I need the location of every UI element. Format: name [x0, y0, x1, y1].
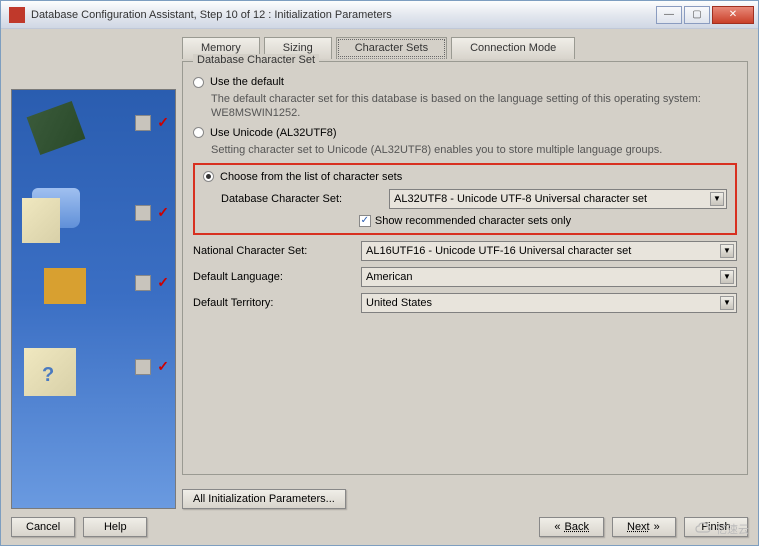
option-unicode: Use Unicode (AL32UTF8) Setting character… [193, 127, 737, 157]
default-language-value: American [366, 271, 412, 283]
next-button[interactable]: Next » [612, 517, 676, 537]
db-charset-dropdown[interactable]: AL32UTF8 - Unicode UTF-8 Universal chara… [389, 189, 727, 209]
default-territory-dropdown[interactable]: United States ▼ [361, 293, 737, 313]
next-arrow-icon: » [654, 521, 660, 533]
all-init-params-button[interactable]: All Initialization Parameters... [182, 489, 346, 509]
chevron-down-icon: ▼ [710, 192, 724, 206]
radio-use-unicode[interactable] [193, 127, 204, 138]
footer-buttons: Cancel Help « Back Next » Finish [11, 509, 748, 537]
radio-use-default-label: Use the default [210, 76, 284, 88]
check-icon: ✓ [157, 204, 169, 221]
option-default: Use the default The default character se… [193, 76, 737, 121]
radio-use-unicode-label: Use Unicode (AL32UTF8) [210, 127, 337, 139]
check-icon: ✓ [157, 358, 169, 375]
back-button[interactable]: « Back [539, 517, 604, 537]
chevron-down-icon: ▼ [720, 244, 734, 258]
window-title: Database Configuration Assistant, Step 1… [31, 9, 656, 21]
radio-choose-list[interactable] [203, 171, 214, 182]
chevron-down-icon: ▼ [720, 270, 734, 284]
default-territory-value: United States [366, 297, 432, 309]
maximize-button[interactable]: ▢ [684, 6, 710, 24]
step-2-check: ✓ [135, 204, 169, 221]
step-3-check: ✓ [135, 274, 169, 291]
radio-use-unicode-desc: Setting character set to Unicode (AL32UT… [211, 143, 737, 157]
show-recommended-label: Show recommended character sets only [375, 215, 571, 227]
tab-character-sets[interactable]: Character Sets [336, 37, 447, 59]
step-4-check: ✓ [135, 358, 169, 375]
app-icon [9, 7, 25, 23]
sidebar: ✓ ✓ ✓ ? ✓ [11, 37, 176, 509]
titlebar: Database Configuration Assistant, Step 1… [1, 1, 758, 29]
cancel-button[interactable]: Cancel [11, 517, 75, 537]
highlighted-option: Choose from the list of character sets D… [193, 163, 737, 235]
step-1-check: ✓ [135, 114, 169, 131]
check-icon: ✓ [157, 114, 169, 131]
default-language-dropdown[interactable]: American ▼ [361, 267, 737, 287]
tab-connection-mode[interactable]: Connection Mode [451, 37, 575, 59]
main-window: Database Configuration Assistant, Step 1… [0, 0, 759, 546]
back-arrow-icon: « [554, 521, 560, 533]
minimize-button[interactable]: — [656, 6, 682, 24]
national-charset-label: National Character Set: [193, 245, 353, 257]
wizard-progress-image: ✓ ✓ ✓ ? ✓ [11, 89, 176, 509]
question-icon: ? [42, 364, 54, 387]
documents-icon [22, 198, 60, 243]
show-recommended-checkbox[interactable]: ✓ [359, 215, 371, 227]
fieldset-legend: Database Character Set [193, 54, 319, 66]
right-panel: Memory Sizing Character Sets Connection … [182, 37, 748, 509]
radio-use-default-desc: The default character set for this datab… [211, 92, 737, 121]
chevron-down-icon: ▼ [720, 296, 734, 310]
check-icon: ✓ [157, 274, 169, 291]
shapes-icon [44, 268, 86, 304]
national-charset-value: AL16UTF16 - Unicode UTF-16 Universal cha… [366, 245, 631, 257]
default-language-label: Default Language: [193, 271, 353, 283]
help-button[interactable]: Help [83, 517, 147, 537]
finish-button[interactable]: Finish [684, 517, 748, 537]
national-charset-dropdown[interactable]: AL16UTF16 - Unicode UTF-16 Universal cha… [361, 241, 737, 261]
chip-icon [27, 101, 86, 155]
window-controls: — ▢ ✕ [656, 6, 754, 24]
content-area: ✓ ✓ ✓ ? ✓ Memory Sizing Character Sets C… [1, 29, 758, 545]
charset-fieldset: Database Character Set Use the default T… [182, 61, 748, 475]
default-territory-label: Default Territory: [193, 297, 353, 309]
radio-use-default[interactable] [193, 77, 204, 88]
db-charset-value: AL32UTF8 - Unicode UTF-8 Universal chara… [394, 193, 647, 205]
close-button[interactable]: ✕ [712, 6, 754, 24]
db-charset-label: Database Character Set: [221, 193, 381, 205]
radio-choose-list-label: Choose from the list of character sets [220, 171, 402, 183]
